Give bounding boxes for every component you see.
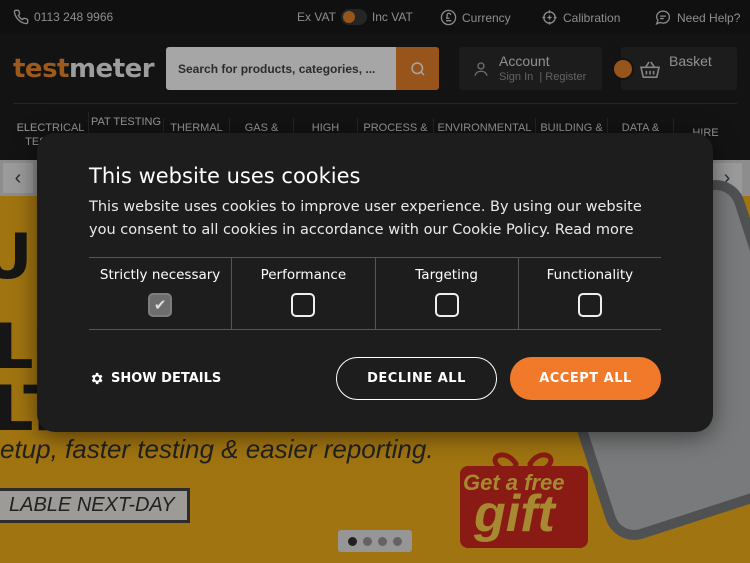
show-details-button[interactable]: SHOW DETAILS: [89, 371, 221, 386]
cookie-category-functionality: Functionality: [519, 258, 661, 329]
category-label: Strictly necessary: [99, 267, 221, 283]
read-more-link[interactable]: Read more: [555, 222, 634, 238]
checkmark-icon: ✔: [153, 297, 167, 314]
targeting-checkbox[interactable]: [434, 293, 459, 317]
accept-all-button[interactable]: ACCEPT ALL: [510, 357, 661, 400]
functionality-checkbox[interactable]: [577, 293, 602, 317]
cookie-consent-dialog: This website uses cookies This website u…: [37, 133, 713, 432]
category-label: Performance: [260, 267, 347, 283]
show-details-label: SHOW DETAILS: [111, 371, 222, 386]
page-root: 0113 248 9966 Ex VAT Inc VAT Currency Ca…: [0, 0, 750, 563]
cookie-body: This website uses cookies to improve use…: [89, 196, 649, 242]
cookie-category-performance: Performance: [232, 258, 376, 329]
cookie-category-strictly-necessary: Strictly necessary ✔: [89, 258, 233, 329]
decline-all-button[interactable]: DECLINE ALL: [336, 357, 497, 400]
category-label: Functionality: [546, 267, 634, 283]
strictly-necessary-checkbox[interactable]: ✔: [148, 293, 173, 317]
cookie-categories: Strictly necessary ✔ Performance Targeti…: [89, 257, 661, 330]
performance-checkbox[interactable]: [291, 293, 316, 317]
gear-icon: [91, 372, 103, 385]
cookie-category-targeting: Targeting: [376, 258, 519, 329]
cookie-title: This website uses cookies: [89, 164, 361, 188]
category-label: Targeting: [415, 267, 478, 283]
